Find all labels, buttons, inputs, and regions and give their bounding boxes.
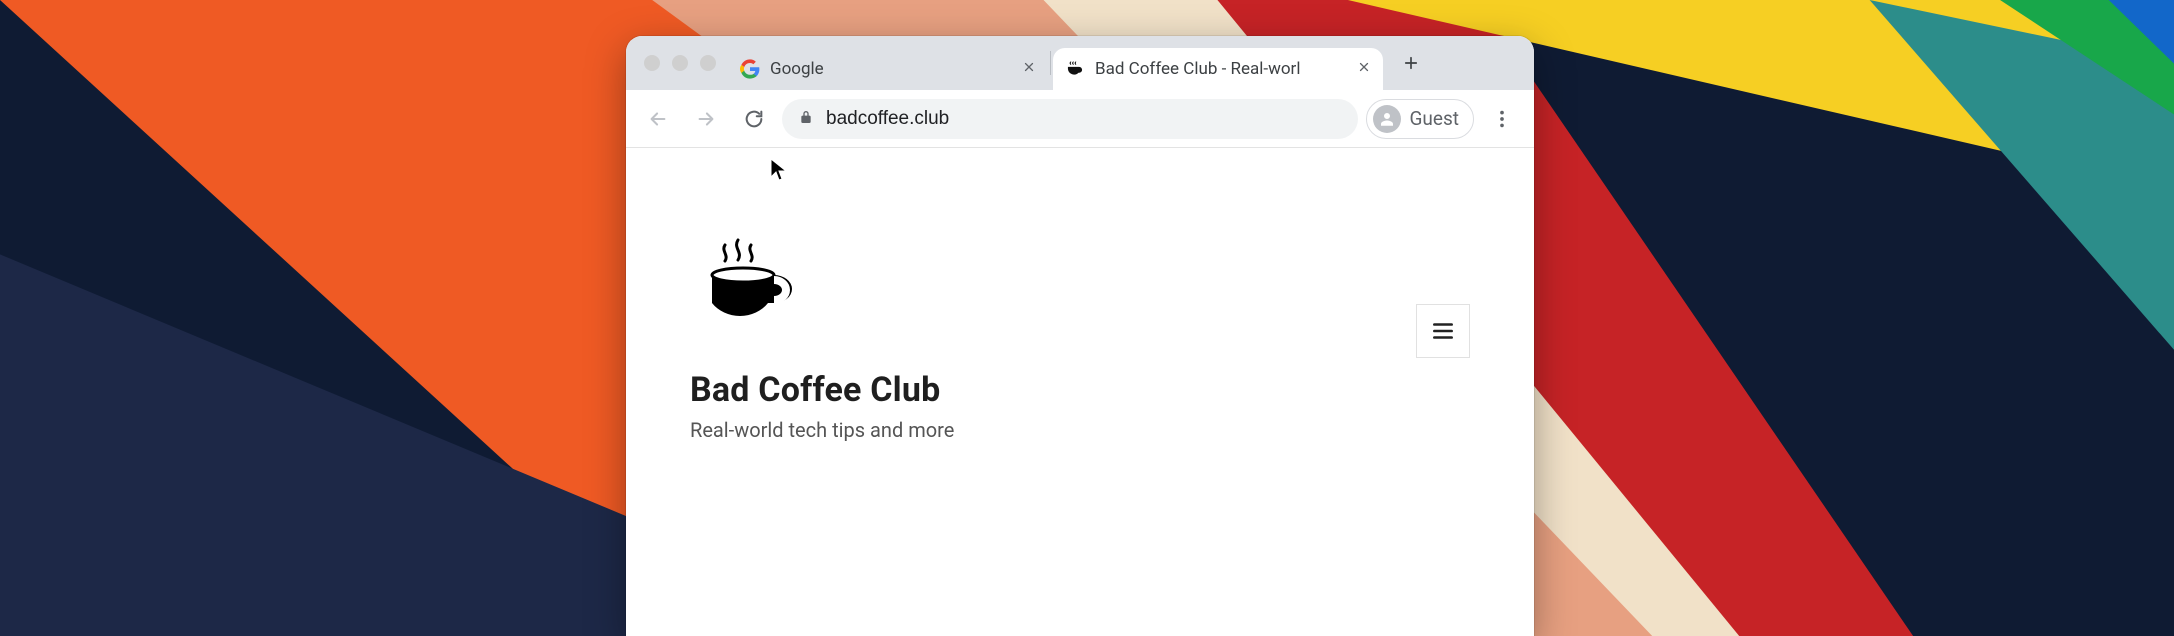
profile-label: Guest <box>1409 107 1459 130</box>
site-brand: Bad Coffee Club Real-world tech tips and… <box>690 220 954 442</box>
tab-separator <box>1050 51 1051 75</box>
page-viewport: Bad Coffee Club Real-world tech tips and… <box>626 148 1534 636</box>
new-tab-button[interactable] <box>1393 45 1429 81</box>
tab-bad-coffee-club[interactable]: Bad Coffee Club - Real-worl <box>1053 48 1383 90</box>
google-favicon-icon <box>740 59 760 79</box>
forward-button[interactable] <box>686 99 726 139</box>
window-maximize-button[interactable] <box>700 55 716 71</box>
coffee-favicon-icon <box>1065 59 1085 79</box>
tab-strip: Google Bad Coffee Club - Real-worl <box>626 36 1534 90</box>
site-title: Bad Coffee Club <box>690 370 954 410</box>
browser-toolbar: Guest <box>626 90 1534 148</box>
lock-icon <box>798 107 814 130</box>
address-bar[interactable] <box>782 99 1358 139</box>
coffee-cup-logo-icon <box>690 220 954 344</box>
profile-chip[interactable]: Guest <box>1366 99 1474 139</box>
reload-button[interactable] <box>734 99 774 139</box>
window-controls <box>640 55 728 71</box>
window-minimize-button[interactable] <box>672 55 688 71</box>
menu-button[interactable] <box>1482 99 1522 139</box>
tab-title: Bad Coffee Club - Real-worl <box>1095 59 1347 79</box>
tab-close-button[interactable] <box>1357 60 1371 78</box>
url-input[interactable] <box>826 108 1342 130</box>
site-menu-button[interactable] <box>1416 304 1470 358</box>
window-close-button[interactable] <box>644 55 660 71</box>
tab-title: Google <box>770 59 1012 79</box>
avatar-icon <box>1373 105 1401 133</box>
browser-window: Google Bad Coffee Club - Real-worl <box>626 36 1534 636</box>
tab-close-button[interactable] <box>1022 60 1036 78</box>
site-header: Bad Coffee Club Real-world tech tips and… <box>626 148 1534 442</box>
tab-google[interactable]: Google <box>728 48 1048 90</box>
site-tagline: Real-world tech tips and more <box>690 418 954 442</box>
back-button[interactable] <box>638 99 678 139</box>
